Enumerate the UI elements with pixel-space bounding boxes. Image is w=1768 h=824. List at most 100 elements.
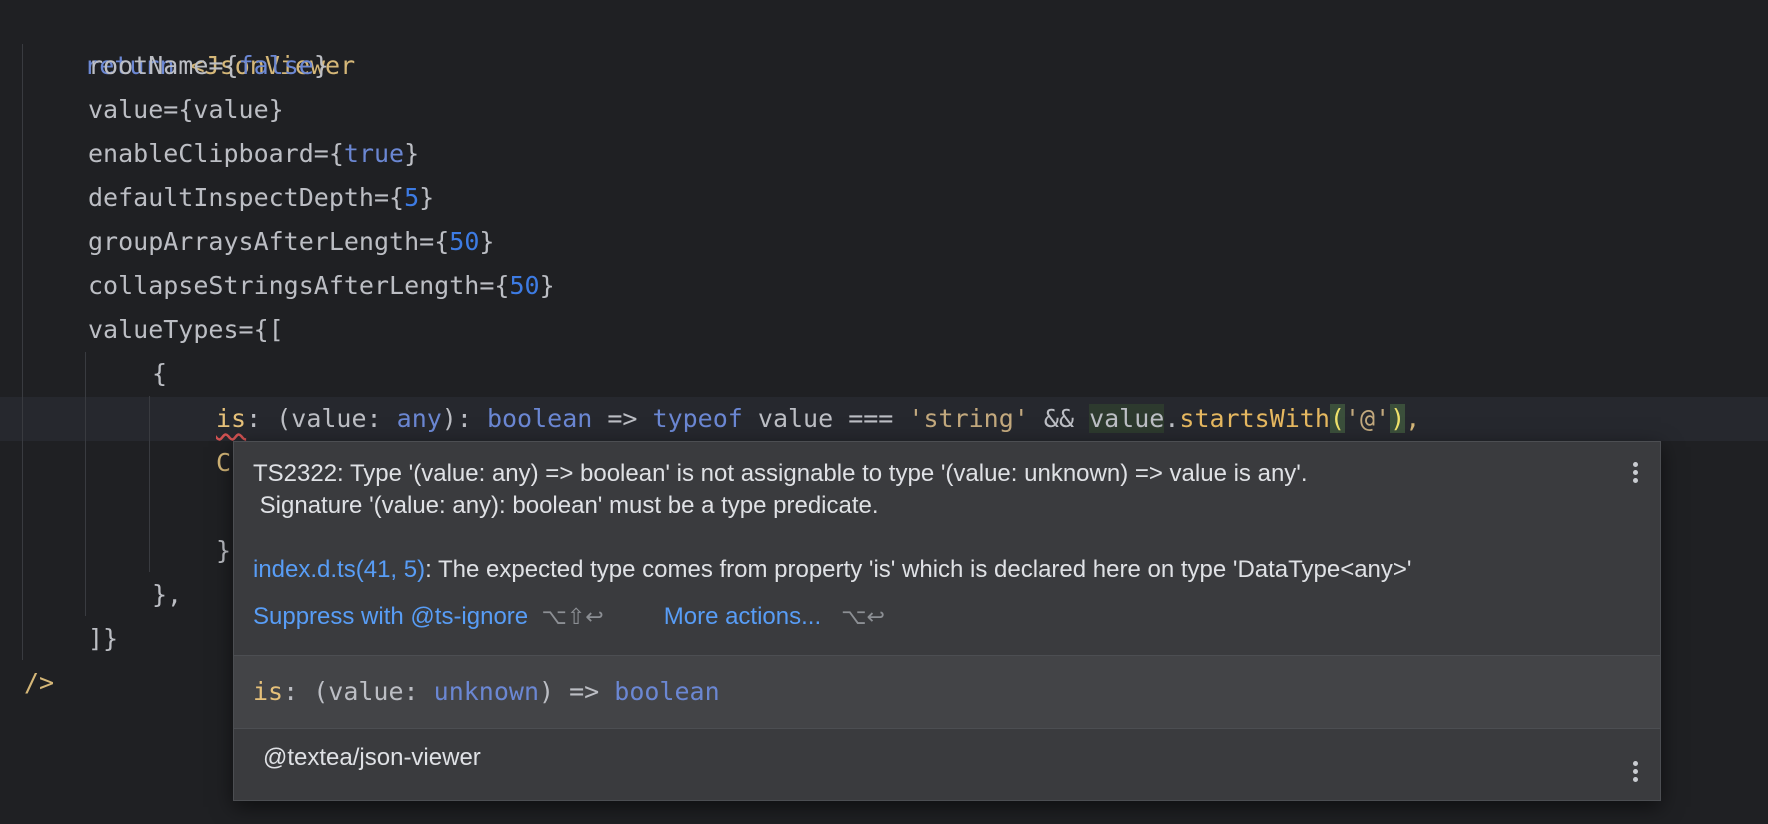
type-any: any [396,404,442,433]
attr-value: true [343,139,405,168]
paren-close: ) [1390,404,1406,433]
signature-text: is: (value: unknown) => boolean [253,670,720,714]
more-actions-link[interactable]: More actions... [664,603,821,630]
attr-eq: = [208,51,224,80]
object-brace-close: }, [152,580,183,609]
signature-section: is: (value: unknown) => boolean [234,656,1660,728]
jsx-self-close: /> [24,668,55,697]
code-line-1: return <JsonViewer [24,0,355,80]
brace-close: } [216,536,232,565]
array-close: ]} [88,624,119,653]
comma: , [1405,404,1421,433]
suppress-shortcut: ⌥⇧↩ [541,604,604,629]
attr-name: valueTypes [88,315,239,344]
attr-value: 50 [509,271,540,300]
method-call: startsWith [1179,404,1330,433]
sig-arrow: ) => [539,677,615,706]
code-line-7: collapseStringsAfterLength={50} [88,264,555,308]
code-line-6: groupArraysAfterLength={50} [88,220,494,264]
attr-value: 5 [404,183,420,212]
suppress-ts-ignore-link[interactable]: Suppress with @ts-ignore [253,603,528,630]
code-line-13: } [216,529,231,573]
brace-open: { [389,183,405,212]
indent-guide [85,352,86,616]
attr-eq: = [163,95,179,124]
brace-open: { [494,271,510,300]
indent-guide [149,396,150,572]
error-section: TS2322: Type '(value: any) => boolean' i… [234,442,1660,655]
code-line-14: }, [152,573,182,617]
sig-punc: : [403,677,434,706]
brace-close: } [539,271,555,300]
attr-name: value [88,95,164,124]
keyword-typeof: typeof [652,404,743,433]
attr-value: value [193,95,269,124]
indent-guide [22,44,23,660]
attr-value: false [238,51,314,80]
type-boolean: boolean [486,404,593,433]
logical-and: && [1028,404,1090,433]
code-fragment: C [216,448,232,477]
dot: . [1164,404,1180,433]
package-section: @textea/json-viewer [234,729,1660,800]
string-arg: '@' [1344,404,1391,433]
value-identifier: value [1089,404,1165,433]
error-message-line2: Signature '(value: any): boolean' must b… [253,492,879,519]
code-line-5: defaultInspectDepth={5} [88,176,434,220]
source-file-link[interactable]: index.d.ts(41, 5) [253,556,425,583]
sig-param: value [328,677,404,706]
brace-open: { [328,139,344,168]
source-line: index.d.ts(41, 5): The expected type com… [253,556,1412,584]
attr-eq: = [419,227,435,256]
param-name: value [291,404,367,433]
punctuation: ): [441,404,487,433]
sig-return-type: boolean [614,677,720,706]
sig-punc: : ( [283,677,329,706]
object-brace-open: { [152,359,168,388]
attr-eq: = [313,139,329,168]
brace-open: { [434,227,450,256]
code-line-2: rootName={false} [88,44,329,88]
sig-type: unknown [433,677,539,706]
attr-name: defaultInspectDepth [88,183,374,212]
code-line-15: ]} [88,617,118,661]
brace-close: } [419,183,435,212]
source-description: : The expected type comes from property … [425,556,1412,583]
brace-close: } [404,139,420,168]
paren-open: ( [1329,404,1345,433]
property-is-error: is [216,404,247,433]
brace-close: } [268,95,284,124]
arrow: => [592,404,653,433]
attr-name: groupArraysAfterLength [88,227,420,256]
brace-close: } [479,227,495,256]
code-line-11: C [216,441,231,485]
code-line-9: { [152,352,167,396]
brace-close: } [313,51,329,80]
code-line-3: value={value} [88,88,284,132]
attr-value: 50 [449,227,480,256]
attr-eq: = [238,315,254,344]
punctuation: : [366,404,397,433]
brace-open: { [178,95,194,124]
actions-row: Suppress with @ts-ignore ⌥⇧↩ More action… [253,603,885,631]
sig-prop: is [253,677,284,706]
package-name: @textea/json-viewer [263,744,481,771]
more-actions-shortcut: ⌥↩ [841,604,885,629]
code-line-16: /> [24,661,54,705]
attr-eq: = [479,271,495,300]
error-message-line1: TS2322: Type '(value: any) => boolean' i… [253,460,1308,487]
brace-open: {[ [253,315,284,344]
more-options-icon[interactable] [1633,462,1639,486]
attr-name: rootName [88,51,209,80]
error-tooltip-popup[interactable]: TS2322: Type '(value: any) => boolean' i… [233,441,1661,801]
code-line-4: enableClipboard={true} [88,132,419,176]
attr-name: collapseStringsAfterLength [88,271,480,300]
more-options-icon[interactable] [1633,761,1639,785]
brace-open: { [223,51,239,80]
string-literal: 'string' [908,404,1029,433]
attr-name: enableClipboard [88,139,314,168]
attr-eq: = [373,183,390,212]
punctuation: : ( [246,404,292,433]
comparison: value === [742,404,909,433]
code-line-10: is: (value: any): boolean => typeof valu… [216,397,1420,441]
